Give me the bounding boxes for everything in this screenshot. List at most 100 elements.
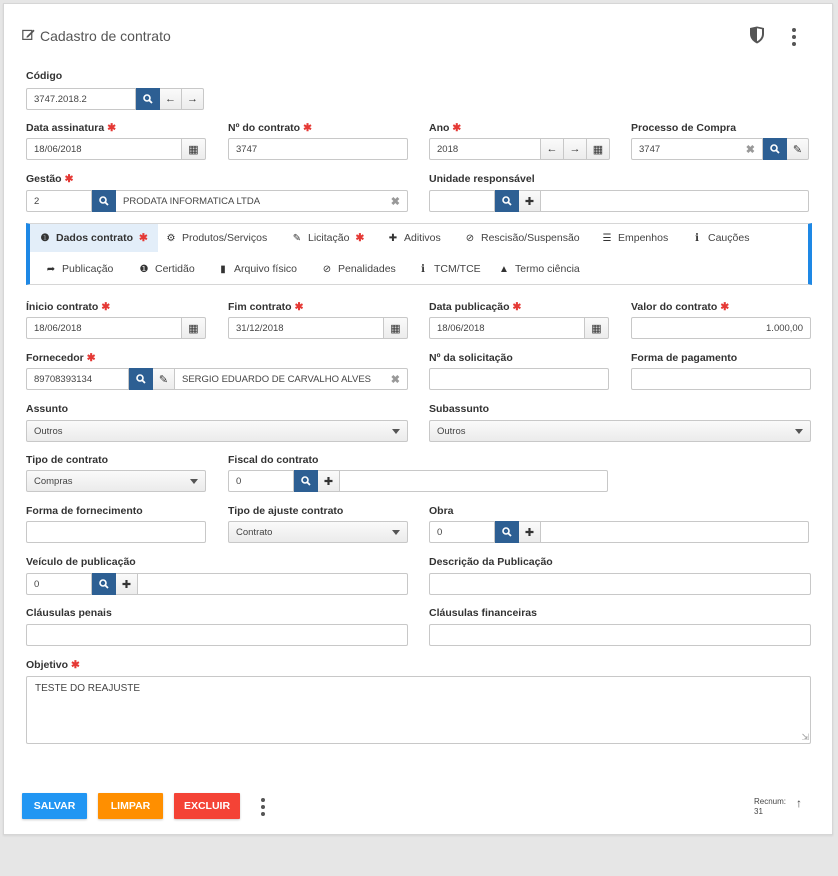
ban-icon: ⊘: [465, 232, 475, 244]
inicio-contrato-input[interactable]: 18/06/2018: [26, 317, 182, 339]
forma-pagamento-input[interactable]: [631, 368, 811, 390]
more-actions-icon[interactable]: [261, 798, 265, 816]
clear-icon[interactable]: ✖: [746, 143, 755, 156]
search-icon[interactable]: [92, 190, 116, 212]
tab-rescisao[interactable]: ⊘ Rescisão/Suspensão: [455, 224, 590, 252]
search-icon[interactable]: [294, 470, 318, 492]
save-button[interactable]: SALVAR: [22, 793, 87, 819]
tab-licitacao[interactable]: ✎ Licitação ✱: [282, 224, 374, 252]
ano-label: Ano ✱: [429, 122, 462, 134]
subassunto-select[interactable]: Outros: [429, 420, 811, 442]
assunto-select[interactable]: Outros: [26, 420, 408, 442]
tab-penalidades[interactable]: ⊘ Penalidades: [312, 255, 406, 283]
ano-input[interactable]: 2018: [429, 138, 541, 160]
forma-fornecimento-input[interactable]: [26, 521, 206, 543]
data-assinatura-input[interactable]: 18/06/2018: [26, 138, 182, 160]
clausulas-penais-input[interactable]: [26, 624, 408, 646]
fiscal-name-input[interactable]: [340, 470, 608, 492]
codigo-input[interactable]: 3747.2018.2: [26, 88, 136, 110]
tab-termo-ciencia[interactable]: ▲ Termo ciência: [489, 255, 590, 283]
clausulas-financeiras-input[interactable]: [429, 624, 811, 646]
veiculo-name-input[interactable]: [138, 573, 408, 595]
fornecedor-name-input[interactable]: SERGIO EDUARDO DE CARVALHO ALVES ✖: [175, 368, 408, 390]
processo-compra-input[interactable]: 3747 ✖: [631, 138, 763, 160]
tab-empenhos[interactable]: ☰ Empenhos: [592, 224, 678, 252]
tipo-ajuste-select[interactable]: Contrato: [228, 521, 408, 543]
tab-produtos-servicos[interactable]: ⚙ Produtos/Serviços: [156, 224, 277, 252]
plus-icon[interactable]: ✚: [318, 470, 340, 492]
tipo-contrato-select[interactable]: Compras: [26, 470, 206, 492]
clear-icon[interactable]: ✖: [391, 195, 400, 208]
pencil-icon[interactable]: ✎: [153, 368, 175, 390]
unidade-group: ✚: [429, 190, 809, 212]
descricao-publicacao-label: Descrição da Publicação: [429, 556, 553, 568]
flask-icon: ▲: [499, 263, 509, 275]
arrow-right-icon[interactable]: →: [182, 88, 204, 110]
veiculo-publicacao-label: Veículo de publicação: [26, 556, 136, 568]
tab-arquivo-fisico[interactable]: ▮ Arquivo físico: [208, 255, 307, 283]
clear-icon[interactable]: ✖: [391, 373, 400, 386]
veiculo-code-input[interactable]: 0: [26, 573, 92, 595]
clear-button[interactable]: LIMPAR: [98, 793, 163, 819]
ano-group: 2018 ← → ▦: [429, 138, 610, 160]
list-icon: ☰: [602, 232, 612, 244]
unidade-name-input[interactable]: [541, 190, 809, 212]
calendar-icon[interactable]: ▦: [585, 317, 609, 339]
fim-contrato-group: 31/12/2018 ▦: [228, 317, 408, 339]
descricao-publicacao-input[interactable]: [429, 573, 811, 595]
fiscal-code-input[interactable]: 0: [228, 470, 294, 492]
arrow-left-icon[interactable]: ←: [541, 138, 564, 160]
tab-dados-contrato[interactable]: ❶ Dados contrato ✱: [30, 224, 158, 252]
arrow-right-icon[interactable]: →: [564, 138, 587, 160]
numero-contrato-label: Nº do contrato ✱: [228, 122, 312, 134]
fiscal-contrato-label: Fiscal do contrato: [228, 454, 319, 466]
tab-caucoes[interactable]: i Cauções: [682, 224, 759, 252]
pencil-icon[interactable]: ✎: [787, 138, 809, 160]
calendar-icon[interactable]: ▦: [587, 138, 610, 160]
processo-compra-group: 3747 ✖ ✎: [631, 138, 809, 160]
data-assinatura-label: Data assinatura ✱: [26, 122, 117, 134]
search-icon[interactable]: [136, 88, 160, 110]
gestao-code-input[interactable]: 2: [26, 190, 92, 212]
shield-icon[interactable]: [749, 26, 765, 49]
tab-publicacao[interactable]: ➦ Publicação: [36, 255, 123, 283]
calendar-icon[interactable]: ▦: [182, 317, 206, 339]
tab-bar: ❶ Dados contrato ✱ ⚙ Produtos/Serviços ✎ Lic…: [26, 223, 812, 285]
delete-button[interactable]: EXCLUIR: [174, 793, 240, 819]
tab-aditivos[interactable]: ✚ Aditivos: [378, 224, 451, 252]
chevron-down-icon: [392, 428, 400, 434]
objetivo-text: TESTE DO REAJUSTE: [35, 683, 141, 694]
arrow-left-icon[interactable]: ←: [160, 88, 182, 110]
more-menu-icon[interactable]: [792, 28, 796, 46]
calendar-icon[interactable]: ▦: [182, 138, 206, 160]
fornecedor-code-input[interactable]: 89708393134: [26, 368, 129, 390]
numero-contrato-input[interactable]: 3747: [228, 138, 408, 160]
objetivo-textarea[interactable]: TESTE DO REAJUSTE ⇲: [26, 676, 811, 744]
info-i-icon: i: [421, 263, 425, 275]
tab-certidao[interactable]: ❶ Certidão: [129, 255, 205, 283]
search-icon[interactable]: [763, 138, 787, 160]
numero-solicitacao-input[interactable]: [429, 368, 609, 390]
search-icon[interactable]: [129, 368, 153, 390]
gestao-name-input[interactable]: PRODATA INFORMATICA LTDA ✖: [116, 190, 408, 212]
unidade-code-input[interactable]: [429, 190, 495, 212]
obra-code-input[interactable]: 0: [429, 521, 495, 543]
tab-tcm-tce[interactable]: i TCM/TCE: [408, 255, 491, 283]
plus-icon[interactable]: ✚: [116, 573, 138, 595]
calendar-icon[interactable]: ▦: [384, 317, 408, 339]
fim-contrato-label: Fim contrato ✱: [228, 301, 304, 313]
search-icon[interactable]: [92, 573, 116, 595]
fim-contrato-input[interactable]: 31/12/2018: [228, 317, 384, 339]
share-icon: ➦: [46, 263, 56, 275]
valor-contrato-input[interactable]: 1.000,00: [631, 317, 811, 339]
resize-handle-icon[interactable]: ⇲: [801, 732, 809, 743]
plus-icon[interactable]: ✚: [519, 521, 541, 543]
search-icon[interactable]: [495, 190, 519, 212]
plus-icon[interactable]: ✚: [519, 190, 541, 212]
data-publicacao-input[interactable]: 18/06/2018: [429, 317, 585, 339]
search-icon[interactable]: [495, 521, 519, 543]
arrow-up-icon[interactable]: ↑: [796, 796, 802, 810]
data-assinatura-group: 18/06/2018 ▦: [26, 138, 206, 160]
assunto-label: Assunto: [26, 403, 68, 415]
obra-name-input[interactable]: [541, 521, 809, 543]
